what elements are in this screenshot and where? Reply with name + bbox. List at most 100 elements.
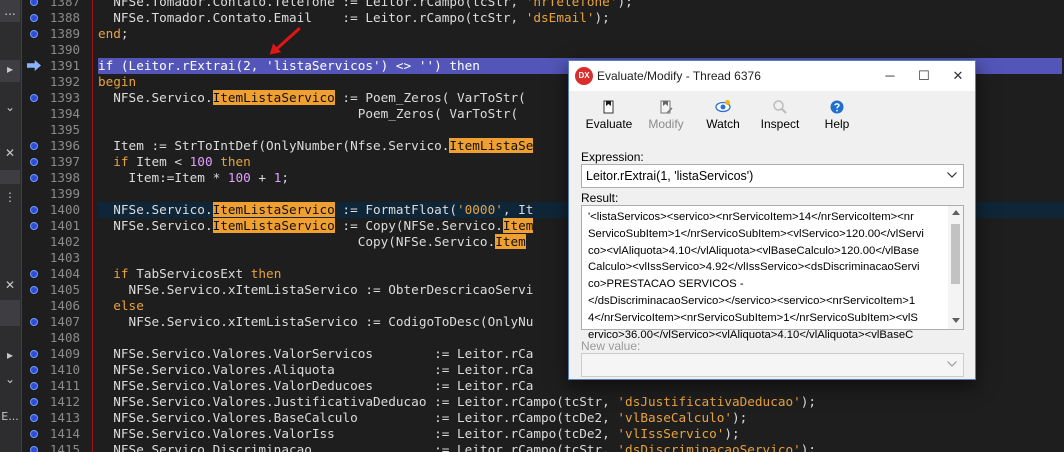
help-button[interactable]: Help <box>819 97 855 137</box>
gutter-row[interactable]: 1402 <box>22 234 86 250</box>
breakpoint-dot-icon[interactable] <box>30 318 38 326</box>
result-label: Result: <box>581 191 619 205</box>
dialog-titlebar[interactable]: DX Evaluate/Modify - Thread 6376 ─ ☐ ✕ <box>569 61 975 91</box>
gutter-row[interactable]: 1392 <box>22 74 86 90</box>
code-line[interactable] <box>98 42 1064 58</box>
watch-button[interactable]: Watch <box>701 97 745 137</box>
modify-button[interactable]: Modify <box>643 97 689 137</box>
evaluate-button[interactable]: Evaluate <box>585 97 633 137</box>
result-textbox[interactable]: '<listaServicos><servico><nrServicoItem>… <box>581 205 964 341</box>
expression-label: Expression: <box>581 150 644 164</box>
breakpoint-dot-icon[interactable] <box>30 366 38 374</box>
minimize-button[interactable]: ─ <box>873 61 907 91</box>
gutter-row[interactable]: 1393 <box>22 90 86 106</box>
gutter-row[interactable]: 1403 <box>22 250 86 266</box>
breakpoint-dot-icon[interactable] <box>30 0 38 6</box>
gutter-row[interactable]: 1405 <box>22 282 86 298</box>
side-panel-strip: ... ▸ ⌄ ✕ ⋮ ✕ ▸ ⌄ E... <box>0 0 22 452</box>
line-number: 1398 <box>49 170 80 185</box>
line-number: 1390 <box>49 42 80 57</box>
gutter-row[interactable]: 1396 <box>22 138 86 154</box>
gutter-row[interactable]: 1412 <box>22 394 86 410</box>
gutter-row[interactable]: 1413 <box>22 410 86 426</box>
breakpoint-dot-icon[interactable] <box>30 350 38 358</box>
delphi-logo-icon: DX <box>575 67 593 85</box>
gutter-row[interactable]: 1399 <box>22 186 86 202</box>
line-number: 1414 <box>49 426 80 441</box>
close-button[interactable]: ✕ <box>941 61 975 91</box>
line-number: 1391 <box>49 58 80 73</box>
gutter-row[interactable]: 1415 <box>22 442 86 452</box>
breakpoint-dot-icon[interactable] <box>30 286 38 294</box>
code-line[interactable]: end; <box>98 26 1064 42</box>
chevron-down-icon[interactable] <box>947 172 957 178</box>
gutter-row[interactable]: 1408 <box>22 330 86 346</box>
gutter-row[interactable]: 1404 <box>22 266 86 282</box>
gutter-row[interactable]: 1391 <box>22 58 86 74</box>
breakpoint-dot-icon[interactable] <box>30 430 38 438</box>
breakpoint-dot-icon[interactable] <box>30 158 38 166</box>
gutter-row[interactable]: 1395 <box>22 122 86 138</box>
evaluate-icon <box>603 100 614 114</box>
line-number: 1396 <box>49 138 80 153</box>
breakpoint-dot-icon[interactable] <box>30 414 38 422</box>
side-panel-item[interactable]: E... <box>0 410 20 423</box>
gutter-row[interactable]: 1411 <box>22 378 86 394</box>
gutter-row[interactable]: 1401 <box>22 218 86 234</box>
side-panel-item[interactable]: ... <box>0 4 20 18</box>
code-line[interactable]: NFSe.Servico.Valores.ValorDeducoes := Le… <box>98 378 1064 394</box>
breakpoint-dot-icon[interactable] <box>30 14 38 22</box>
breakpoint-dot-icon[interactable] <box>30 446 38 452</box>
close-icon[interactable]: ✕ <box>0 278 20 292</box>
code-line[interactable]: NFSe.Servico.Valores.JustificativaDeduca… <box>98 394 1064 410</box>
gutter-row[interactable]: 1407 <box>22 314 86 330</box>
gutter-row[interactable]: 1406 <box>22 298 86 314</box>
breakpoint-dot-icon[interactable] <box>30 142 38 150</box>
editor-gutter[interactable]: 1387 1388 1389 1390 1391 1392 1393 1394 1395 1396… <box>22 0 86 452</box>
scrollbar-thumb[interactable] <box>951 224 960 284</box>
gutter-row[interactable]: 1390 <box>22 42 86 58</box>
line-number: 1388 <box>49 10 80 25</box>
gutter-row[interactable]: 1414 <box>22 426 86 442</box>
new-value-combobox <box>581 353 964 377</box>
result-scrollbar[interactable] <box>948 206 963 329</box>
expression-combobox[interactable]: Leitor.rExtrai(1, 'listaServicos') <box>581 164 964 188</box>
breakpoint-dot-icon[interactable] <box>30 206 38 214</box>
gutter-row[interactable]: 1388 <box>22 10 86 26</box>
more-icon[interactable]: ⋮ <box>0 190 20 204</box>
gutter-row[interactable]: 1409 <box>22 346 86 362</box>
close-icon[interactable]: ✕ <box>0 146 20 160</box>
expression-value: Leitor.rExtrai(1, 'listaServicos') <box>586 169 754 183</box>
side-panel-expander[interactable]: ▸ <box>0 348 20 362</box>
gutter-row[interactable]: 1398 <box>22 170 86 186</box>
scroll-down-arrow-icon[interactable] <box>952 318 960 323</box>
breakpoint-dot-icon[interactable] <box>30 174 38 182</box>
breakpoint-dot-icon[interactable] <box>30 270 38 278</box>
inspect-button[interactable]: Inspect <box>757 97 803 137</box>
line-number: 1389 <box>49 26 80 41</box>
gutter-row[interactable]: 1400 <box>22 202 86 218</box>
breakpoint-dot-icon[interactable] <box>30 94 38 102</box>
gutter-row[interactable]: 1410 <box>22 362 86 378</box>
breakpoint-dot-icon[interactable] <box>30 382 38 390</box>
breakpoint-dot-icon[interactable] <box>30 398 38 406</box>
code-line[interactable]: NFSe.Servico.Discriminacao := Leitor.rCa… <box>98 442 1064 452</box>
line-number: 1399 <box>49 186 80 201</box>
side-panel-expander[interactable]: ▸ <box>0 62 20 76</box>
code-line[interactable]: NFSe.Servico.Valores.ValorIss := Leitor.… <box>98 426 1064 442</box>
code-line[interactable]: NFSe.Servico.Valores.BaseCalculo := Leit… <box>98 410 1064 426</box>
line-number: 1401 <box>49 218 80 233</box>
gutter-row[interactable]: 1394 <box>22 106 86 122</box>
breakpoint-dot-icon[interactable] <box>30 30 38 38</box>
gutter-row[interactable]: 1387 <box>22 0 86 10</box>
code-line[interactable]: NFSe.Tomador.Contato.Telefone := Leitor.… <box>98 0 1064 10</box>
new-value-label: New value: <box>581 339 641 353</box>
scroll-up-arrow-icon[interactable] <box>952 210 960 215</box>
maximize-button[interactable]: ☐ <box>907 61 941 91</box>
breakpoint-dot-icon[interactable] <box>30 222 38 230</box>
gutter-row[interactable]: 1389 <box>22 26 86 42</box>
chevron-down-icon[interactable]: ⌄ <box>0 100 20 114</box>
gutter-row[interactable]: 1397 <box>22 154 86 170</box>
code-line[interactable]: NFSe.Tomador.Contato.Email := Leitor.rCa… <box>98 10 1064 26</box>
chevron-down-icon[interactable]: ⌄ <box>0 372 20 386</box>
